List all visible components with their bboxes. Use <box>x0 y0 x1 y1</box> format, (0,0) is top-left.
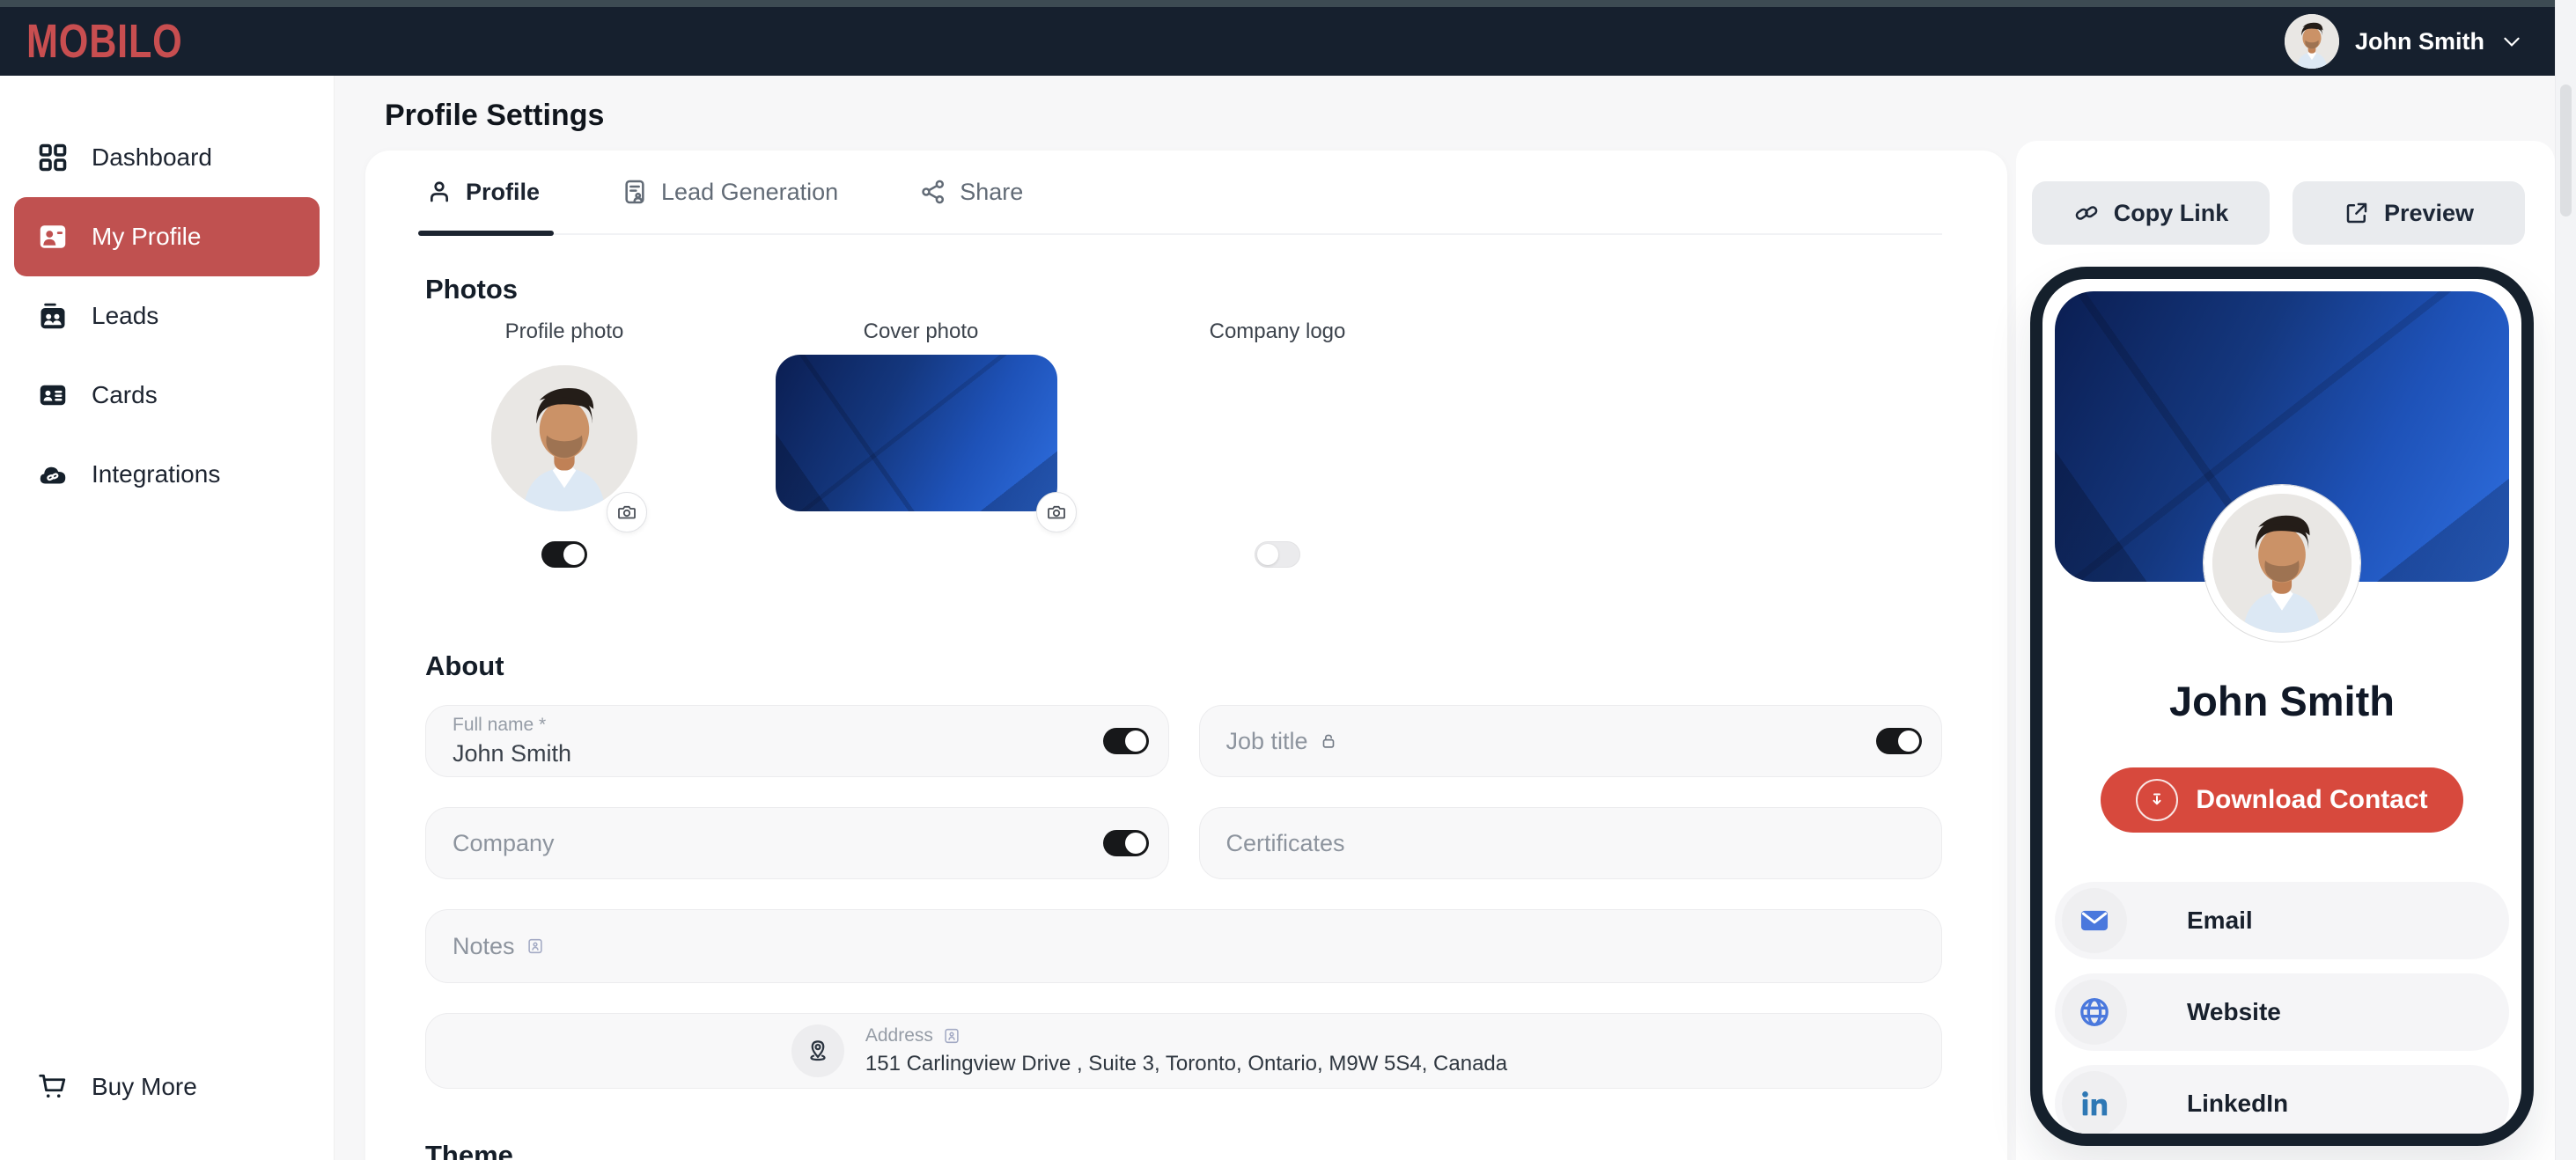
preview-link-label: Email <box>2187 907 2253 935</box>
form-icon <box>621 178 649 206</box>
copy-link-label: Copy Link <box>2114 200 2229 227</box>
certificates-placeholder: Certificates <box>1226 830 1858 857</box>
notes-field[interactable]: Notes <box>425 909 1942 983</box>
camera-icon <box>1046 502 1067 523</box>
location-pin-icon <box>791 1024 844 1077</box>
preview-avatar <box>2204 485 2360 642</box>
page-title: Profile Settings <box>385 99 604 133</box>
tab-bar: Profile Lead Generation Share <box>425 151 1942 235</box>
share-nodes-icon <box>919 178 947 206</box>
theme-heading: Theme <box>425 1140 1942 1160</box>
tab-lead-generation[interactable]: Lead Generation <box>621 151 838 233</box>
mobilo-logo: MOBILO <box>26 14 183 69</box>
preview-link-email[interactable]: Email <box>2055 882 2509 959</box>
sidebar-item-label: Buy More <box>92 1073 197 1101</box>
job-title-label: Job title <box>1226 728 1308 755</box>
full-name-label: Full name * <box>453 715 1084 736</box>
profile-photo-label: Profile photo <box>476 319 652 344</box>
certificates-field[interactable]: Certificates <box>1199 807 1943 879</box>
cart-icon <box>37 1071 69 1103</box>
notes-placeholder: Notes <box>453 933 515 960</box>
preview-link-website[interactable]: Website <box>2055 973 2509 1051</box>
cloud-link-icon <box>37 459 69 490</box>
sidebar-item-label: Integrations <box>92 460 220 488</box>
profile-settings-card: Profile Lead Generation Share Photos Pro… <box>365 151 2007 1160</box>
company-logo-toggle[interactable] <box>1255 541 1300 568</box>
sidebar-item-buy-more[interactable]: Buy More <box>0 1047 334 1127</box>
sidebar-item-leads[interactable]: Leads <box>0 276 334 356</box>
sidebar-item-dashboard[interactable]: Dashboard <box>0 118 334 197</box>
person-icon <box>425 178 453 206</box>
camera-icon <box>616 502 637 523</box>
cover-photo-image[interactable] <box>776 355 1057 511</box>
user-avatar[interactable] <box>2285 14 2339 69</box>
sidebar-item-integrations[interactable]: Integrations <box>0 435 334 514</box>
profile-photo-upload-button[interactable] <box>607 492 647 532</box>
vcard-icon <box>942 1026 961 1046</box>
cover-photo-label: Cover photo <box>833 319 1009 344</box>
tab-share[interactable]: Share <box>919 151 1023 233</box>
envelope-icon <box>2062 888 2127 953</box>
scrollbar-thumb[interactable] <box>2560 84 2572 217</box>
window-top-strip <box>0 0 2576 7</box>
download-icon <box>2136 779 2178 821</box>
about-heading: About <box>425 650 1942 682</box>
photos-section: Profile photo Cover photo Company logo <box>425 319 1942 610</box>
preview-button[interactable]: Preview <box>2293 181 2525 245</box>
page-scrollbar[interactable] <box>2555 0 2576 1160</box>
preview-name: John Smith <box>2055 677 2509 725</box>
preview-label: Preview <box>2384 200 2474 227</box>
sidebar-item-my-profile[interactable]: My Profile <box>14 197 320 276</box>
profile-photo-image[interactable] <box>491 365 637 511</box>
profile-photo-toggle[interactable] <box>541 541 587 568</box>
tab-label: Profile <box>466 179 540 206</box>
profile-badge-icon <box>37 221 69 253</box>
company-logo-label: Company logo <box>1189 319 1365 344</box>
preview-link-linkedin[interactable]: LinkedIn <box>2055 1065 2509 1142</box>
full-name-field[interactable]: Full name * John Smith <box>425 705 1169 777</box>
sidebar-item-label: Cards <box>92 381 158 409</box>
address-field[interactable]: Address 151 Carlingview Drive , Suite 3,… <box>425 1013 1942 1089</box>
about-fields: Full name * John Smith Job title Company… <box>425 705 1942 1089</box>
tab-profile[interactable]: Profile <box>425 151 540 233</box>
job-title-field[interactable]: Job title <box>1199 705 1943 777</box>
photos-heading: Photos <box>425 274 1942 305</box>
sidebar-item-label: Dashboard <box>92 143 212 172</box>
job-title-toggle[interactable] <box>1876 728 1922 754</box>
sidebar-item-label: My Profile <box>92 223 201 251</box>
sidebar-item-label: Leads <box>92 302 158 330</box>
tab-label: Lead Generation <box>661 179 838 206</box>
preview-panel: Copy Link Preview John Smith <box>2016 141 2555 1160</box>
sidebar-item-cards[interactable]: Cards <box>0 356 334 435</box>
copy-link-button[interactable]: Copy Link <box>2032 181 2270 245</box>
leads-book-icon <box>37 300 69 332</box>
phone-preview: John Smith Download Contact <box>2030 267 2534 1146</box>
lock-icon <box>1319 731 1338 751</box>
globe-icon <box>2062 980 2127 1045</box>
link-icon <box>2073 200 2100 226</box>
company-placeholder: Company <box>453 830 1084 857</box>
user-menu[interactable]: John Smith <box>2285 14 2523 69</box>
sidebar: Dashboard My Profile Leads <box>0 76 335 1160</box>
external-link-icon <box>2344 200 2370 226</box>
tab-label: Share <box>960 179 1023 206</box>
chevron-down-icon[interactable] <box>2500 30 2523 53</box>
company-field[interactable]: Company <box>425 807 1169 879</box>
full-name-toggle[interactable] <box>1103 728 1149 754</box>
cover-photo-upload-button[interactable] <box>1036 492 1077 532</box>
preview-link-label: Website <box>2187 998 2281 1026</box>
grid-icon <box>37 142 69 173</box>
vcard-icon <box>526 936 545 956</box>
linkedin-icon <box>2062 1071 2127 1136</box>
preview-link-label: LinkedIn <box>2187 1090 2288 1118</box>
top-navbar: MOBILO John Smith <box>0 7 2576 76</box>
download-contact-label: Download Contact <box>2196 785 2427 815</box>
full-name-value: John Smith <box>453 740 1084 767</box>
address-label: Address <box>865 1025 933 1046</box>
download-contact-button[interactable]: Download Contact <box>2101 767 2462 833</box>
id-card-icon <box>37 379 69 411</box>
address-value: 151 Carlingview Drive , Suite 3, Toronto… <box>865 1052 1507 1076</box>
company-toggle[interactable] <box>1103 830 1149 856</box>
user-name: John Smith <box>2355 28 2484 55</box>
